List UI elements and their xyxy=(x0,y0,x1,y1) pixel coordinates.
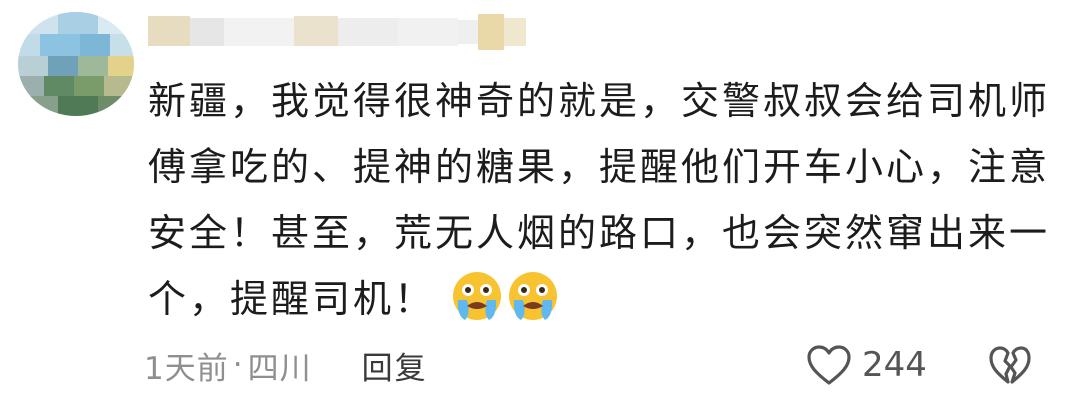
crying-face-icon xyxy=(453,272,502,320)
crying-face-icon xyxy=(509,272,558,320)
comment-text: 新疆，我觉得很神奇的就是，交警叔叔会给司机师 傅拿吃的、提神的糖果，提醒他们开车… xyxy=(148,68,1048,332)
reply-button[interactable]: 回复 xyxy=(362,343,428,388)
like-count: 244 xyxy=(862,345,927,385)
comment-footer: 1天前 · 四川 回复 xyxy=(144,340,428,390)
comment-line-last: 个，提醒司机！ xyxy=(148,266,1048,332)
broken-heart-icon[interactable] xyxy=(988,342,1032,388)
comment-time: 1天前 xyxy=(144,350,229,387)
comment-location: 四川 xyxy=(247,350,312,387)
username[interactable] xyxy=(148,14,526,50)
like-button[interactable]: 244 xyxy=(806,340,927,390)
comment-line: 个，提醒司机！ xyxy=(148,277,436,321)
heart-outline-icon[interactable] xyxy=(806,344,852,386)
comment-line: 傅拿吃的、提神的糖果，提醒他们开车小心，注意 xyxy=(148,145,1051,189)
comment-line: 新疆，我觉得很神奇的就是，交警叔叔会给司机师 xyxy=(148,79,1051,123)
comment-line: 安全！甚至，荒无人烟的路口，也会突然窜出来一 xyxy=(148,211,1051,255)
meta-separator: · xyxy=(232,347,244,383)
avatar[interactable] xyxy=(18,12,134,116)
